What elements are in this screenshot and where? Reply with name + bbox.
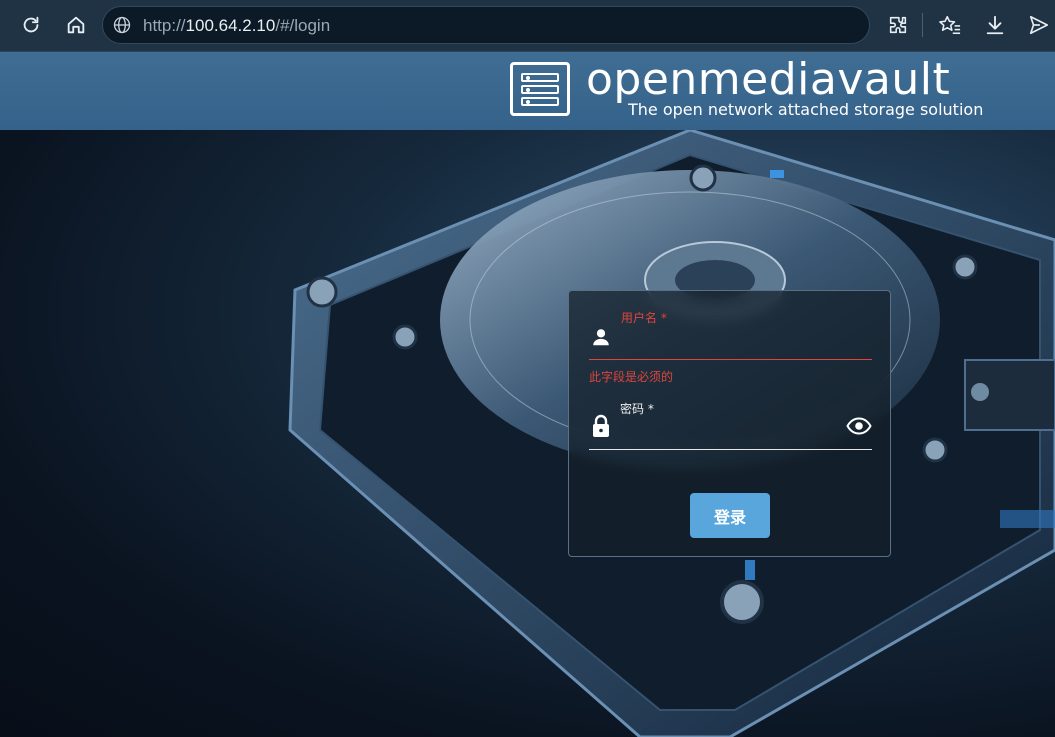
favorites-icon[interactable]: [937, 12, 963, 38]
extensions-icon[interactable]: [885, 12, 911, 38]
brand-name: openmediavault: [586, 54, 951, 105]
address-bar[interactable]: http://100.64.2.10/#/login: [102, 6, 870, 44]
lock-icon: [593, 414, 609, 437]
brand-tagline: The open network attached storage soluti…: [628, 100, 984, 119]
openmediavault-logo-icon: [510, 62, 570, 116]
username-label: 用户名 *: [621, 311, 667, 325]
refresh-icon[interactable]: [18, 12, 44, 38]
url-path: /#/login: [275, 16, 331, 35]
globe-icon: [113, 16, 131, 34]
password-underline: [589, 449, 872, 450]
login-button[interactable]: 登录: [690, 493, 770, 538]
toolbar-separator: [922, 13, 923, 37]
site-header: openmediavault The open network attached…: [0, 52, 1055, 130]
password-label: 密码 *: [620, 402, 654, 416]
username-input[interactable]: [619, 329, 839, 353]
username-error: 此字段是必须的: [589, 370, 674, 384]
username-underline: [589, 359, 872, 360]
background-hard-drive-image: [0, 130, 1055, 737]
browser-toolbar: http://100.64.2.10/#/login: [0, 0, 1055, 52]
user-icon: [593, 329, 609, 346]
login-form: 用户名 * 此字段是必须的 密码 * 登录: [568, 290, 891, 557]
url-scheme: http://: [143, 16, 186, 35]
downloads-icon[interactable]: [982, 12, 1008, 38]
show-password-eye-icon[interactable]: [846, 417, 872, 435]
home-icon[interactable]: [63, 12, 89, 38]
password-input[interactable]: [619, 418, 839, 442]
url-host: 100.64.2.10: [185, 16, 276, 35]
share-icon[interactable]: [1026, 12, 1052, 38]
url-text[interactable]: http://100.64.2.10/#/login: [143, 16, 330, 36]
